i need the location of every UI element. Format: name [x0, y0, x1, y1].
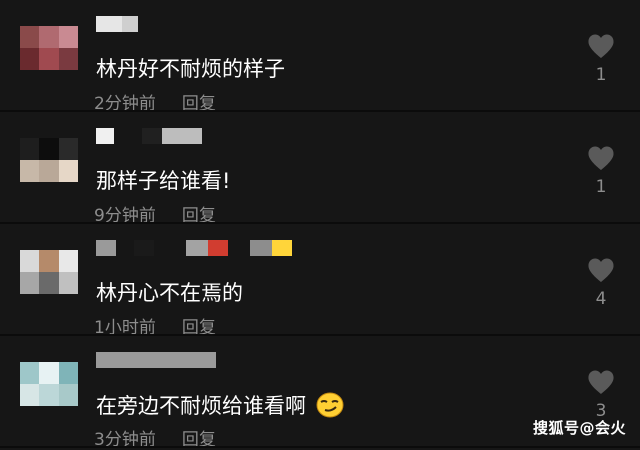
comment-text: 在旁边不耐烦给谁看啊 — [96, 392, 344, 419]
avatar-pixel — [20, 48, 40, 70]
username-pixel — [208, 240, 228, 256]
comment-text-content: 在旁边不耐烦给谁看啊 — [96, 394, 306, 418]
heart-icon — [588, 370, 614, 394]
comment-text-content: 那样子给谁看! — [96, 169, 231, 193]
comment-list: 林丹好不耐烦的样子 2分钟前 回复 1 那样子给谁看! 9分钟前 回复 1 林丹心不在焉的 1小时… — [0, 0, 640, 450]
comment-time: 2分钟前 — [94, 94, 156, 114]
comment-item: 林丹好不耐烦的样子 2分钟前 回复 1 — [0, 0, 640, 114]
avatar-pixel — [58, 26, 78, 48]
username-pixel — [272, 240, 292, 256]
avatar-pixel — [58, 272, 78, 294]
comment-time: 1小时前 — [94, 318, 156, 338]
reply-button[interactable]: 回复 — [182, 318, 216, 338]
username[interactable] — [96, 16, 138, 32]
avatar-pixel — [58, 384, 78, 406]
avatar-pixel — [20, 26, 40, 48]
username-pixel — [250, 240, 272, 256]
username-pixel — [186, 240, 208, 256]
username-pixel — [96, 16, 122, 32]
avatar-pixel — [20, 160, 40, 182]
avatar-pixel — [58, 48, 78, 70]
comment-text: 那样子给谁看! — [96, 168, 230, 194]
reply-button[interactable]: 回复 — [182, 206, 216, 226]
username[interactable] — [96, 128, 202, 144]
smirk-emoji-icon — [316, 392, 344, 418]
like-count: 1 — [595, 177, 607, 197]
avatar[interactable] — [20, 250, 78, 294]
avatar-pixel — [20, 138, 40, 160]
avatar-pixel — [39, 250, 59, 272]
username-pixel — [96, 128, 114, 144]
comment-item: 林丹心不在焉的 1小时前 回复 4 — [0, 224, 640, 338]
like-button[interactable]: 4 — [586, 258, 616, 309]
reply-button[interactable]: 回复 — [182, 430, 216, 450]
like-button[interactable]: 1 — [586, 34, 616, 85]
avatar-pixel — [58, 362, 78, 384]
avatar-pixel — [39, 384, 59, 406]
avatar-pixel — [58, 160, 78, 182]
avatar-pixel — [39, 272, 59, 294]
comment-text-content: 林丹心不在焉的 — [96, 281, 243, 305]
avatar[interactable] — [20, 26, 78, 70]
comment-time: 9分钟前 — [94, 206, 156, 226]
username[interactable] — [96, 352, 216, 368]
like-button[interactable]: 1 — [586, 146, 616, 197]
heart-icon — [588, 34, 614, 58]
avatar-pixel — [39, 160, 59, 182]
username-pixel — [142, 128, 162, 144]
heart-icon — [588, 146, 614, 170]
comment-time: 3分钟前 — [94, 430, 156, 450]
avatar[interactable] — [20, 362, 78, 406]
avatar-pixel — [20, 272, 40, 294]
like-count: 4 — [595, 289, 607, 309]
comment-meta: 9分钟前 回复 — [94, 206, 216, 226]
username-pixel — [134, 240, 154, 256]
username-pixel — [122, 16, 138, 32]
like-count: 1 — [595, 65, 607, 85]
comment-text: 林丹心不在焉的 — [96, 280, 243, 306]
avatar-pixel — [20, 250, 40, 272]
comment-text-content: 林丹好不耐烦的样子 — [96, 57, 285, 81]
watermark: 搜狐号@会火 — [532, 419, 626, 437]
avatar-pixel — [58, 250, 78, 272]
heart-icon — [588, 258, 614, 282]
avatar[interactable] — [20, 138, 78, 182]
avatar-pixel — [20, 384, 40, 406]
comment-meta: 3分钟前 回复 — [94, 430, 216, 450]
comment-item: 那样子给谁看! 9分钟前 回复 1 — [0, 112, 640, 226]
username-pixel — [96, 352, 216, 368]
avatar-pixel — [39, 26, 59, 48]
username-pixel — [162, 128, 202, 144]
username[interactable] — [96, 240, 292, 256]
avatar-pixel — [20, 362, 40, 384]
username-pixel — [96, 240, 116, 256]
avatar-pixel — [39, 48, 59, 70]
like-button[interactable]: 3 — [586, 370, 616, 421]
comment-text: 林丹好不耐烦的样子 — [96, 56, 285, 82]
comment-meta: 1小时前 回复 — [94, 318, 216, 338]
reply-button[interactable]: 回复 — [182, 94, 216, 114]
comment-meta: 2分钟前 回复 — [94, 94, 216, 114]
avatar-pixel — [58, 138, 78, 160]
avatar-pixel — [39, 362, 59, 384]
avatar-pixel — [39, 138, 59, 160]
